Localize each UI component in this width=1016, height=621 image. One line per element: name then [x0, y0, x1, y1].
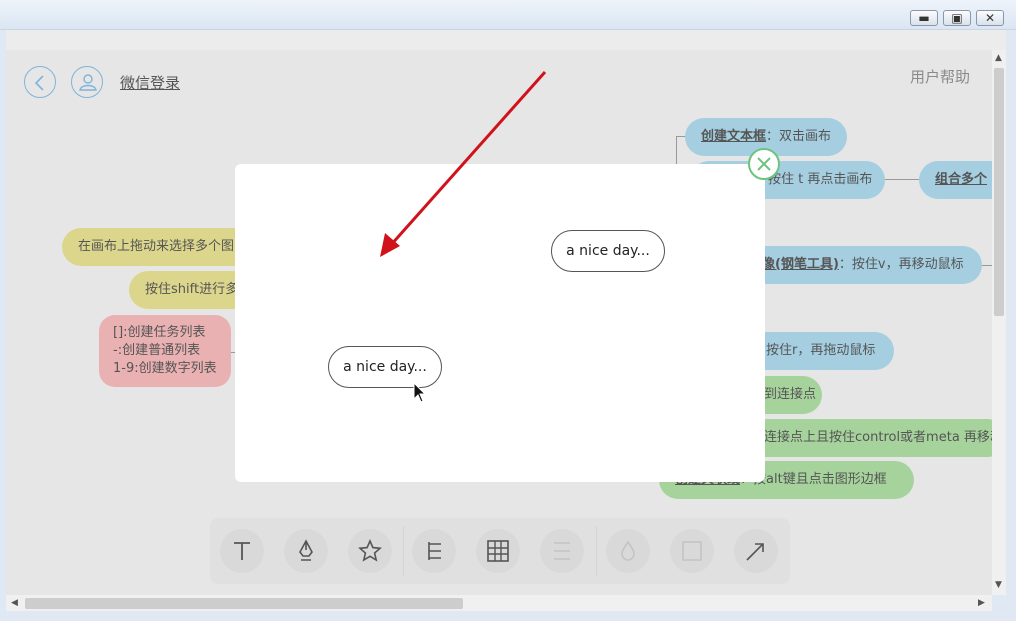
maximize-icon: ▣	[951, 11, 963, 25]
toolbar-separator	[596, 526, 597, 576]
close-icon: ✕	[984, 11, 996, 25]
close-window-button[interactable]: ✕	[976, 10, 1004, 26]
scroll-left-arrow[interactable]: ◀	[11, 598, 18, 608]
border-tool-icon	[682, 541, 702, 561]
close-modal-button[interactable]	[748, 148, 780, 180]
scroll-down-arrow[interactable]: ▼	[995, 580, 1002, 590]
toolbar-separator	[403, 526, 404, 576]
pen-tool-icon	[299, 539, 313, 561]
horizontal-scrollbar[interactable]: ◀ ▶	[6, 595, 992, 611]
close-icon	[757, 157, 771, 171]
star-tool-icon	[358, 539, 382, 562]
tree-layout-button[interactable]	[412, 529, 456, 573]
fill-color-button[interactable]	[606, 529, 650, 573]
mindmap-canvas[interactable]: 微信登录 用户帮助 创建文本框：双击画布 按住 t 再点击画布 组合多个 像(钢…	[6, 50, 992, 595]
horizontal-scroll-thumb[interactable]	[25, 598, 463, 609]
vertical-scroll-thumb[interactable]	[994, 68, 1004, 316]
scroll-up-arrow[interactable]: ▲	[995, 53, 1002, 63]
table-tool-icon	[487, 540, 509, 562]
minimize-icon: ▬	[918, 11, 930, 25]
fill-color-icon	[621, 540, 635, 561]
text-tool-icon	[234, 542, 250, 560]
pen-tool-button[interactable]	[284, 529, 328, 573]
text-tool-button[interactable]	[220, 529, 264, 573]
browser-strip	[6, 30, 1006, 50]
vertical-scrollbar[interactable]: ▲ ▼	[992, 50, 1006, 595]
table-tool-button[interactable]	[476, 529, 520, 573]
tree-layout-icon	[428, 542, 441, 560]
scroll-right-arrow[interactable]: ▶	[978, 598, 985, 608]
list-tool-button[interactable]	[540, 529, 584, 573]
border-tool-button[interactable]	[670, 529, 714, 573]
arrow-tool-icon	[746, 543, 764, 561]
bottom-toolbar	[210, 518, 790, 584]
list-tool-icon	[554, 542, 570, 560]
maximize-button[interactable]: ▣	[943, 10, 971, 26]
star-tool-button[interactable]	[348, 529, 392, 573]
red-arrow-annotation	[380, 71, 547, 257]
minimize-button[interactable]: ▬	[910, 10, 938, 26]
arrow-tool-button[interactable]	[734, 529, 778, 573]
window-titlebar: ▬ ▣ ✕	[0, 0, 1016, 30]
